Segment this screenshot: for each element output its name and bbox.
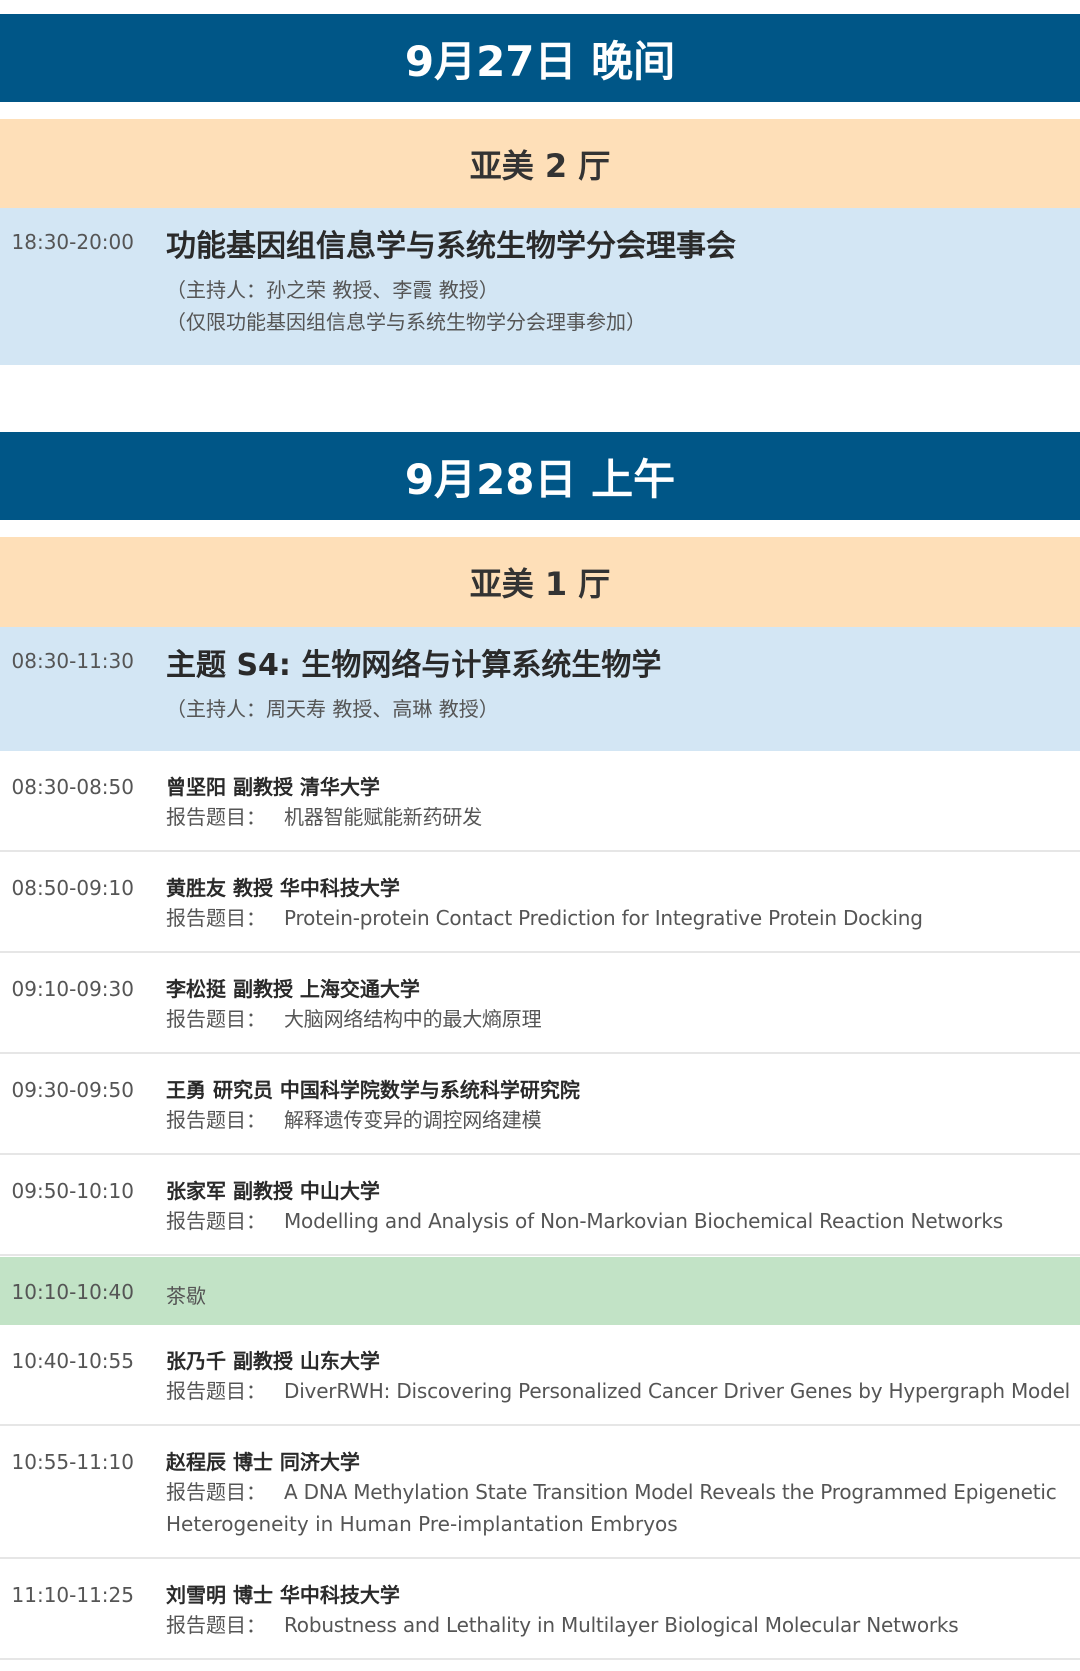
talk-label: 报告题目： — [166, 1480, 266, 1504]
hall-header: 亚美 2 厅 — [0, 119, 1080, 208]
talk-row: 10:40-10:55 张乃千 副教授 山东大学 报告题目： DiverRWH: … — [0, 1325, 1080, 1426]
talk-label: 报告题目： — [166, 1379, 266, 1403]
agenda-page: 9月27日 晚间 亚美 2 厅 18:30-20:00 功能基因组信息学与系统生… — [0, 0, 1080, 1671]
session-title: 功能基因组信息学与系统生物学分会理事会 — [166, 229, 736, 264]
talk-time: 09:30-09:50 — [11, 1078, 135, 1102]
talk-title: A DNA Methylation State Transition Model… — [284, 1480, 1057, 1504]
talk-row: 09:50-10:10 张家军 副教授 中山大学 报告题目： Modelling … — [0, 1155, 1080, 1256]
talk-label: 报告题目： — [166, 1209, 266, 1233]
talk-speaker: 黄胜友 教授 华中科技大学 — [166, 876, 400, 900]
hall-title: 亚美 2 厅 — [469, 146, 611, 185]
talk-speaker: 张家军 副教授 中山大学 — [166, 1179, 380, 1203]
session-row: 08:30-11:30 主题 S4: 生物网络与计算系统生物学 （主持人：周天寿… — [0, 627, 1080, 751]
talk-row: 11:10-11:25 刘雪明 博士 华中科技大学 报告题目： Robustnes… — [0, 1559, 1080, 1660]
session-row: 18:30-20:00 功能基因组信息学与系统生物学分会理事会 （主持人：孙之荣… — [0, 208, 1080, 365]
talk-speaker: 曾坚阳 副教授 清华大学 — [166, 775, 380, 799]
talk-title: Robustness and Lethality in Multilayer B… — [284, 1613, 959, 1637]
day-header: 9月28日 上午 — [0, 432, 1080, 520]
talk-speaker: 张乃千 副教授 山东大学 — [166, 1349, 380, 1373]
talk-row: 10:55-11:10 赵程辰 博士 同济大学 报告题目： A DNA Methy… — [0, 1426, 1080, 1559]
talk-speaker: 李松挺 副教授 上海交通大学 — [166, 977, 420, 1001]
talk-time: 11:10-11:25 — [11, 1583, 135, 1607]
session-time: 08:30-11:30 — [11, 649, 135, 673]
day-title: 9月27日 晚间 — [404, 36, 676, 86]
talk-title-continued: Heterogeneity in Human Pre-implantation … — [166, 1512, 678, 1536]
talk-title: 机器智能赋能新药研发 — [284, 805, 482, 829]
talk-time: 09:10-09:30 — [11, 977, 135, 1001]
talk-speaker: 刘雪明 博士 华中科技大学 — [166, 1583, 400, 1607]
talk-speaker: 赵程辰 博士 同济大学 — [166, 1450, 360, 1474]
talk-label: 报告题目： — [166, 1108, 266, 1132]
talk-row: 09:30-09:50 王勇 研究员 中国科学院数学与系统科学研究院 报告题目：… — [0, 1054, 1080, 1155]
talk-time: 08:50-09:10 — [11, 876, 135, 900]
talk-row: 08:30-08:50 曾坚阳 副教授 清华大学 报告题目： 机器智能赋能新药研发 — [0, 751, 1080, 852]
talk-time: 09:50-10:10 — [11, 1179, 135, 1203]
talk-title: 解释遗传变异的调控网络建模 — [284, 1108, 542, 1132]
talk-title: Protein-protein Contact Prediction for I… — [284, 906, 923, 930]
hall-header: 亚美 1 厅 — [0, 537, 1080, 627]
talk-label: 报告题目： — [166, 805, 266, 829]
session-title: 主题 S4: 生物网络与计算系统生物学 — [166, 648, 662, 683]
break-row: 10:10-10:40 茶歇 — [0, 1257, 1080, 1325]
session-host: （主持人：周天寿 教授、高琳 教授） — [166, 697, 499, 721]
talk-row: 08:50-09:10 黄胜友 教授 华中科技大学 报告题目： Protein-p… — [0, 852, 1080, 953]
talk-label: 报告题目： — [166, 906, 266, 930]
break-label: 茶歇 — [166, 1284, 206, 1308]
talk-title: Modelling and Analysis of Non-Markovian … — [284, 1209, 1003, 1233]
talk-label: 报告题目： — [166, 1007, 266, 1031]
break-time: 10:10-10:40 — [11, 1280, 135, 1304]
session-host: （主持人：孙之荣 教授、李霞 教授） — [166, 278, 499, 302]
talk-speaker: 王勇 研究员 中国科学院数学与系统科学研究院 — [166, 1078, 580, 1102]
day-header: 9月27日 晚间 — [0, 14, 1080, 102]
talk-time: 10:40-10:55 — [11, 1349, 135, 1373]
talk-title: DiverRWH: Discovering Personalized Cance… — [284, 1379, 1071, 1403]
talk-row: 09:10-09:30 李松挺 副教授 上海交通大学 报告题目： 大脑网络结构中的… — [0, 953, 1080, 1054]
talk-title: 大脑网络结构中的最大熵原理 — [284, 1007, 542, 1031]
day-title: 9月28日 上午 — [404, 454, 676, 504]
talk-time: 10:55-11:10 — [11, 1450, 135, 1474]
session-restriction: （仅限功能基因组信息学与系统生物学分会理事参加） — [166, 310, 646, 334]
talk-label: 报告题目： — [166, 1613, 266, 1637]
session-time: 18:30-20:00 — [11, 230, 135, 254]
hall-title: 亚美 1 厅 — [469, 565, 611, 603]
talk-time: 08:30-08:50 — [11, 775, 135, 799]
